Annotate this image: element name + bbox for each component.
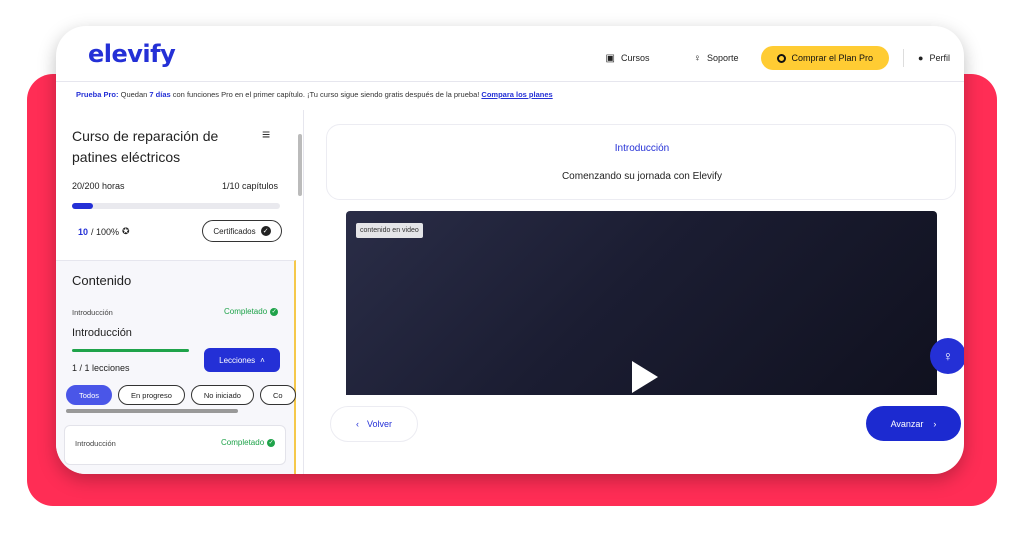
sidebar: Curso de reparación de patines eléctrico… (56, 110, 304, 474)
section-progress-bar (72, 349, 189, 352)
page: elevify ▣ Cursos ♀ Soporte Comprar el Pl… (0, 0, 1024, 536)
course-progress-fill (72, 203, 93, 209)
back-label: Volver (366, 419, 392, 429)
score-total: / 100% (91, 226, 120, 237)
filter-completed[interactable]: Co (259, 385, 296, 405)
lessons-button-label: Lecciones (219, 355, 256, 365)
filter-not-started[interactable]: No iniciado (190, 385, 254, 405)
top-nav: ▣ Cursos ♀ Soporte Comprar el Plan Pro ●… (584, 46, 950, 70)
play-icon[interactable] (632, 361, 658, 393)
chevron-up-icon: ˄ (260, 355, 265, 365)
filter-all[interactable]: Todos (66, 385, 113, 405)
certificates-label: Certificados (213, 226, 256, 236)
filters-scrollbar[interactable] (66, 409, 238, 413)
promo-days: 7 días (149, 90, 171, 99)
buy-pro-button[interactable]: Comprar el Plan Pro (760, 46, 890, 70)
sidebar-scrollbar[interactable] (298, 134, 302, 196)
promo-banner: Prueba Pro: Quedan 7 días con funciones … (76, 90, 553, 99)
score-value: 10 (78, 226, 89, 237)
circle-icon (776, 53, 786, 63)
lessons-count: 1 / 1 lecciones (72, 363, 130, 373)
hours-progress-text: 20/200 horas (72, 181, 125, 191)
promo-lead: Prueba Pro: (76, 90, 119, 99)
main-section-title: Comenzando su jornada con Elevify (561, 171, 723, 182)
lesson-card-status: Completado ✓ (221, 438, 276, 447)
content-panel: Contenido Introducción Completado ✓ Intr… (56, 260, 296, 474)
section-header-card: Introducción Comenzando su jornada con E… (326, 124, 956, 200)
next-button[interactable]: Avanzar › (866, 406, 961, 441)
section-status: Completado ✓ (224, 307, 279, 316)
hint-lightbulb-button[interactable]: ♀ (930, 338, 964, 374)
chevron-right-icon: › (933, 418, 937, 429)
filter-in-progress[interactable]: En progreso (118, 385, 185, 405)
lightbulb-icon: ♀ (693, 52, 701, 64)
nav-support-label: Soporte (706, 53, 739, 63)
chapters-progress-text: 1/10 capítulos (222, 181, 279, 191)
nav-profile[interactable]: ● Perfil (918, 53, 950, 63)
user-icon: ● (918, 53, 924, 63)
nav-divider (903, 49, 905, 67)
compare-plans-link[interactable]: Compara los planes (481, 90, 552, 99)
section-label: Introducción (72, 308, 113, 317)
promo-text-2: con funciones Pro en el primer capítulo.… (172, 90, 480, 99)
lightbulb-icon: ♀ (942, 348, 954, 364)
score: 10 / 100% ✪ (78, 226, 130, 237)
course-title: Curso de reparación de patines eléctrico… (72, 128, 219, 165)
check-circle-icon: ✓ (267, 438, 276, 447)
video-tag: contenido en video (356, 223, 423, 238)
nav-support[interactable]: ♀ Soporte (671, 49, 760, 67)
section-status-label: Completado (224, 307, 268, 316)
badge-check-icon: ✓ (260, 226, 271, 236)
course-progress-bar (72, 203, 280, 209)
lesson-card-label: Introducción (75, 439, 116, 448)
next-label: Avanzar (890, 418, 924, 429)
top-bar: elevify ▣ Cursos ♀ Soporte Comprar el Pl… (56, 26, 964, 82)
content-title: Contenido (72, 273, 132, 288)
certificates-button[interactable]: Certificados ✓ (202, 220, 282, 242)
lesson-card[interactable]: Introducción Completado ✓ (64, 425, 286, 465)
buy-pro-label: Comprar el Plan Pro (791, 53, 874, 63)
nav-courses-label: Cursos (620, 53, 650, 63)
check-circle-icon: ✓ (270, 307, 279, 316)
hamburger-menu-icon[interactable]: ≡ (262, 126, 270, 142)
nav-courses[interactable]: ▣ Cursos (584, 49, 672, 67)
lesson-card-status-label: Completado (221, 438, 265, 447)
chevron-left-icon: ‹ (355, 419, 359, 429)
app-window: elevify ▣ Cursos ♀ Soporte Comprar el Pl… (56, 26, 964, 474)
book-icon: ▣ (605, 52, 615, 64)
video-player[interactable]: contenido en video (346, 211, 937, 395)
lessons-button[interactable]: Lecciones ˄ (204, 348, 280, 372)
nav-profile-label: Perfil (929, 53, 950, 63)
lesson-filters: Todos En progreso No iniciado Co (66, 385, 296, 405)
back-button[interactable]: ‹ Volver (330, 406, 418, 442)
logo[interactable]: elevify (88, 40, 176, 68)
section-title: Introducción (72, 327, 132, 339)
main-section-label: Introducción (614, 143, 670, 154)
info-icon: ✪ (122, 226, 130, 236)
promo-text-1: Quedan (120, 90, 148, 99)
